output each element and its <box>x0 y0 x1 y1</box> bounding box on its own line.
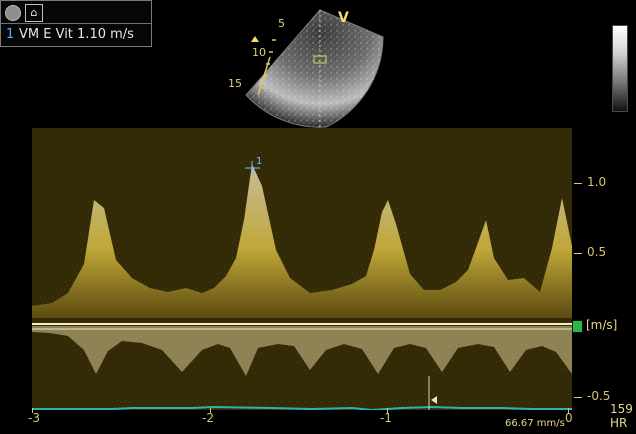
depth-label-10: 10 <box>252 46 266 59</box>
record-icon[interactable] <box>5 5 21 21</box>
patient-icon[interactable]: ⌂ <box>25 4 43 22</box>
tick-label-1-0: 1.0 <box>587 175 607 189</box>
cursor-label: 1 <box>256 156 262 167</box>
measurement-toolbar: ⌂ <box>1 1 151 24</box>
measurement-label: VM E Vit 1.10 m/s <box>19 27 134 42</box>
time-label-minus-2: -2 <box>202 411 214 425</box>
depth-label-15: 15 <box>228 77 242 90</box>
doppler-svg: 1 <box>32 128 572 412</box>
velocity-axis: 1.0 0.5 [m/s] -0.5 <box>572 128 636 418</box>
time-label-minus-3: -3 <box>28 411 40 425</box>
depth-marker <box>251 36 259 42</box>
heart-rate-value: 159 <box>610 402 633 416</box>
unit-marker <box>572 320 583 333</box>
depth-label-5: 5 <box>278 17 285 30</box>
tick-0-5 <box>574 253 582 254</box>
measurement-index: 1 <box>6 27 15 42</box>
sector-svg: V 5 10 15 <box>228 9 384 128</box>
tick-minus-0-5 <box>574 397 582 398</box>
tick-1-0 <box>574 183 582 184</box>
tick-label-minus-0-5: -0.5 <box>587 389 611 403</box>
gray-scale-bar <box>612 25 628 112</box>
tick-label-0-5: 0.5 <box>587 245 607 259</box>
velocity-unit-label: [m/s] <box>586 318 618 332</box>
heart-rate-label: HR <box>610 416 628 430</box>
time-axis: -3 -2 -1 0 <box>28 408 580 434</box>
doppler-spectrum: 1 <box>32 128 572 412</box>
measurement-panel: ⌂ 1 VM E Vit 1.10 m/s <box>0 0 152 47</box>
time-label-minus-1: -1 <box>380 411 392 425</box>
time-label-0: 0 <box>565 411 573 425</box>
measurement-row: 1 VM E Vit 1.10 m/s <box>1 25 151 45</box>
ultrasound-sector: V 5 10 15 <box>228 0 404 130</box>
mode-label: V <box>338 10 349 26</box>
sweep-speed: 66.67 mm/s <box>505 418 565 429</box>
